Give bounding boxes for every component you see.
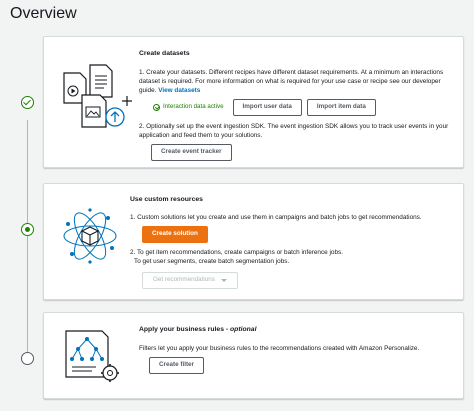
business-rules-card: Apply your business rules - optional Fil…	[43, 312, 464, 399]
business-rules-illustration	[60, 329, 122, 390]
resources-step-2-text: 2. To get item recommendations, create c…	[130, 248, 344, 256]
custom-resources-card: Use custom resources 1. Custom solutions…	[43, 183, 464, 300]
dataset-files-illustration	[60, 61, 132, 138]
timeline-line	[27, 120, 28, 360]
step-3-pending-indicator	[21, 352, 34, 365]
business-rules-text: Filters let you apply your business rule…	[139, 344, 420, 352]
business-rules-title: Apply your business rules - optional	[139, 326, 257, 333]
create-datasets-title: Create datasets	[139, 50, 190, 57]
dataset-actions-row: Interaction data active Import user data…	[153, 98, 455, 116]
resources-step-1-text: 1. Custom solutions let you create and u…	[130, 213, 422, 221]
create-event-tracker-button[interactable]: Create event tracker	[151, 144, 232, 161]
create-solution-button[interactable]: Create solution	[142, 225, 208, 243]
create-datasets-card: Create datasets 1. Create your datasets.…	[43, 36, 464, 168]
import-item-data-button[interactable]: Import item data	[306, 98, 376, 116]
page-title: Overview	[10, 5, 77, 22]
interaction-data-status: Interaction data active	[153, 103, 224, 112]
view-datasets-link[interactable]: View datasets	[158, 87, 200, 94]
datasets-step-1-text: 1. Create your datasets. Different recip…	[139, 68, 444, 94]
step-2-current-indicator	[21, 223, 34, 236]
resources-step-2b-text: To get user segments, create batch segme…	[134, 257, 290, 265]
custom-resources-illustration	[60, 206, 120, 271]
custom-resources-title: Use custom resources	[130, 196, 203, 203]
step-1-complete-indicator	[21, 96, 34, 109]
get-recommendations-dropdown[interactable]: Get recommendations	[142, 271, 238, 289]
datasets-step-2-text: 2. Optionally set up the event ingestion…	[139, 122, 449, 139]
import-user-data-button[interactable]: Import user data	[232, 98, 302, 116]
check-circle-icon	[153, 103, 160, 111]
caret-down-icon	[220, 278, 227, 282]
create-filter-button[interactable]: Create filter	[149, 356, 204, 374]
